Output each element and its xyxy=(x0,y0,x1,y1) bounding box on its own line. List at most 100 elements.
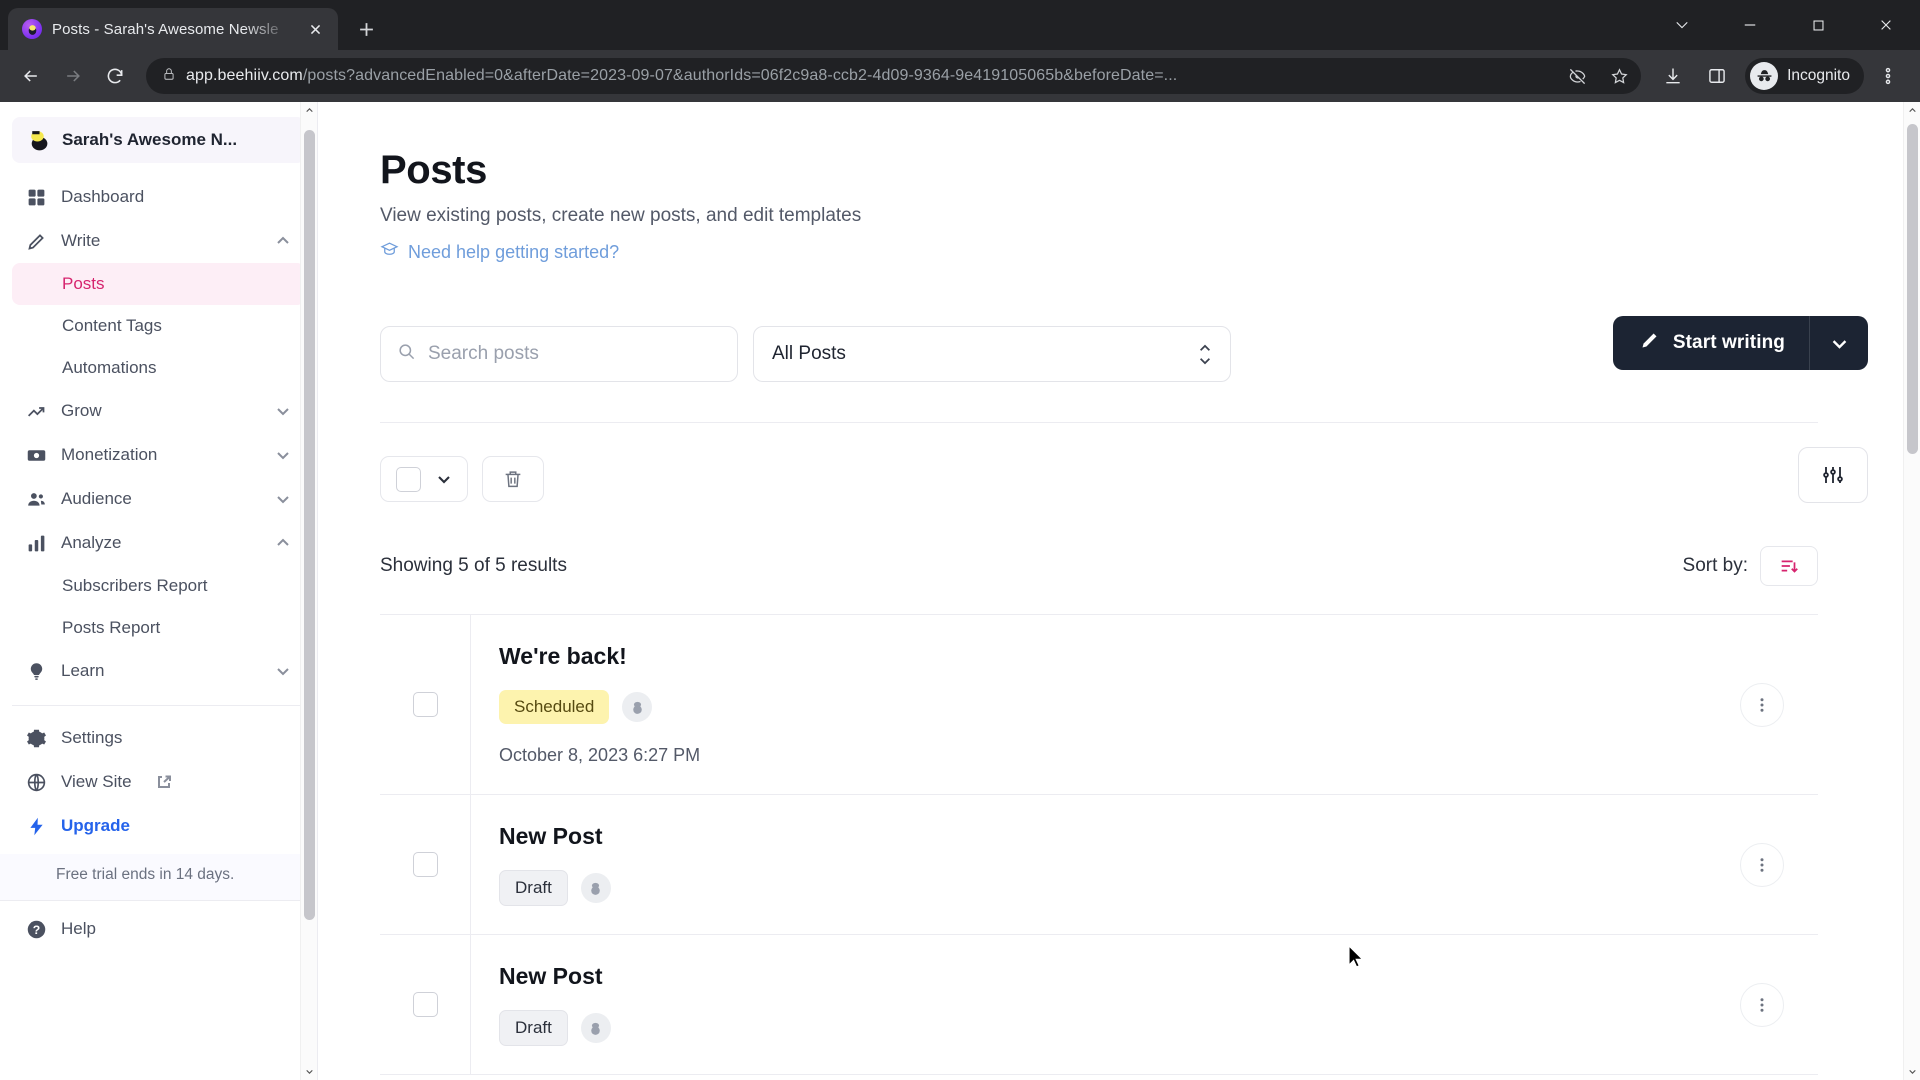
status-badge: Draft xyxy=(499,1010,568,1046)
email-icon xyxy=(580,873,611,903)
row-checkbox[interactable] xyxy=(412,852,438,877)
sidebar-item-subscribers-report[interactable]: Subscribers Report xyxy=(12,565,305,607)
lock-icon xyxy=(162,67,176,86)
scroll-up-arrow-icon[interactable] xyxy=(301,102,317,119)
trending-up-icon xyxy=(26,401,47,422)
sort-by-label: Sort by: xyxy=(1682,555,1748,576)
row-checkbox-cell xyxy=(380,795,470,934)
browser-tab[interactable]: Posts - Sarah's Awesome Newsle xyxy=(8,8,338,50)
three-dot-menu-icon[interactable] xyxy=(1868,56,1908,96)
sidebar-item-grow[interactable]: Grow xyxy=(12,389,305,433)
status-badge: Draft xyxy=(499,870,568,906)
window-close-icon[interactable] xyxy=(1852,0,1920,50)
scroll-down-arrow-icon[interactable] xyxy=(1904,1063,1920,1080)
sidebar-item-audience[interactable]: Audience xyxy=(12,477,305,521)
chevron-up-icon xyxy=(275,535,291,551)
sidebar-item-monetization[interactable]: Monetization xyxy=(12,433,305,477)
row-menu-icon[interactable] xyxy=(1740,982,1784,1027)
lightbulb-icon xyxy=(26,661,47,682)
page-scrollbar[interactable] xyxy=(1903,102,1920,1080)
sidebar-item-view-site[interactable]: View Site xyxy=(12,760,305,804)
lightning-icon xyxy=(26,816,47,837)
forward-arrow-icon[interactable] xyxy=(54,57,92,95)
need-help-link[interactable]: Need help getting started? xyxy=(380,240,1736,264)
side-panel-icon[interactable] xyxy=(1697,56,1737,96)
post-title[interactable]: New Post xyxy=(499,963,1818,990)
sidebar-label-subscribers-report: Subscribers Report xyxy=(62,576,208,595)
sidebar-scrollbar[interactable] xyxy=(300,102,317,1080)
start-writing-main[interactable]: Start writing xyxy=(1613,316,1809,370)
bulk-action-bar xyxy=(380,456,1736,502)
post-title[interactable]: New Post xyxy=(499,823,1818,850)
eye-off-icon[interactable] xyxy=(1561,60,1593,92)
sidebar-item-settings[interactable]: Settings xyxy=(12,716,305,760)
new-tab-button[interactable] xyxy=(348,11,384,47)
select-all-checkbox[interactable] xyxy=(396,466,422,492)
post-filter-value: All Posts xyxy=(772,343,846,364)
sidebar-scroll-thumb[interactable] xyxy=(304,130,315,920)
minimize-icon[interactable] xyxy=(1716,0,1784,50)
sort-direction-button[interactable] xyxy=(1760,546,1818,586)
sidebar-item-write[interactable]: Write xyxy=(12,219,305,263)
row-body: New Post Draft xyxy=(470,935,1818,1074)
start-writing-button[interactable]: Start writing xyxy=(1612,316,1868,370)
table-row[interactable]: We're back! Scheduled October 8, 2023 6:… xyxy=(380,615,1818,795)
sidebar-item-dashboard[interactable]: Dashboard xyxy=(12,175,305,219)
sidebar-item-analyze[interactable]: Analyze xyxy=(12,521,305,565)
sidebar-label-settings: Settings xyxy=(61,728,123,747)
reload-icon[interactable] xyxy=(96,57,134,95)
back-arrow-icon[interactable] xyxy=(12,57,50,95)
sidebar-item-posts-report[interactable]: Posts Report xyxy=(12,607,305,649)
sidebar-item-posts[interactable]: Posts xyxy=(12,263,305,305)
search-posts-box[interactable] xyxy=(380,326,738,382)
chevron-updown-icon xyxy=(1198,344,1212,365)
sidebar-item-content-tags[interactable]: Content Tags xyxy=(12,305,305,347)
page-scroll-thumb[interactable] xyxy=(1907,124,1918,454)
sidebar-label-automations: Automations xyxy=(62,358,157,377)
advanced-filter-button[interactable] xyxy=(1798,447,1868,503)
row-menu-icon[interactable] xyxy=(1740,682,1784,727)
address-bar[interactable]: app.beehiiv.com/posts?advancedEnabled=0&… xyxy=(146,58,1642,94)
bulk-select-dropdown[interactable] xyxy=(380,456,468,502)
chevron-down-icon xyxy=(275,491,291,507)
post-filter-select[interactable]: All Posts xyxy=(753,326,1231,382)
scroll-down-arrow-icon[interactable] xyxy=(301,1063,317,1080)
globe-icon xyxy=(26,772,47,793)
browser-window: Posts - Sarah's Awesome Newsle app.beehi… xyxy=(0,0,1920,1080)
sidebar-item-automations[interactable]: Automations xyxy=(12,347,305,389)
start-writing-label: Start writing xyxy=(1672,332,1785,353)
download-icon[interactable] xyxy=(1653,56,1693,96)
scroll-up-arrow-icon[interactable] xyxy=(1904,102,1920,119)
tab-close-icon[interactable] xyxy=(302,16,328,42)
post-title[interactable]: We're back! xyxy=(499,643,1818,670)
bulk-delete-button[interactable] xyxy=(482,456,544,502)
publication-switcher[interactable]: Sarah's Awesome N... xyxy=(12,117,305,163)
sidebar-item-upgrade[interactable]: Upgrade xyxy=(12,804,305,848)
table-row[interactable]: New Post Draft xyxy=(380,795,1818,935)
graduation-cap-icon xyxy=(380,240,399,264)
post-badges: Draft xyxy=(499,870,1818,906)
incognito-profile-button[interactable]: Incognito xyxy=(1745,58,1864,94)
start-writing-dropdown[interactable] xyxy=(1810,316,1868,370)
results-header: Showing 5 of 5 results Sort by: xyxy=(380,546,1818,586)
row-menu-icon[interactable] xyxy=(1740,842,1784,887)
maximize-icon[interactable] xyxy=(1784,0,1852,50)
table-row[interactable]: New Post Draft xyxy=(380,935,1818,1075)
sidebar-label-dashboard: Dashboard xyxy=(61,187,145,206)
sidebar-label-learn: Learn xyxy=(61,661,105,680)
sidebar-item-help[interactable]: ? Help xyxy=(12,907,305,951)
sidebar-label-help: Help xyxy=(61,919,96,939)
row-checkbox[interactable] xyxy=(412,692,438,717)
row-checkbox[interactable] xyxy=(412,992,438,1017)
star-icon[interactable] xyxy=(1603,60,1635,92)
search-input[interactable] xyxy=(428,343,721,365)
sidebar-divider xyxy=(12,705,305,706)
tab-search-icon[interactable] xyxy=(1648,0,1716,50)
sidebar-label-view-site: View Site xyxy=(61,772,132,791)
email-icon xyxy=(580,1013,611,1043)
sort-control: Sort by: xyxy=(1683,546,1818,586)
window-controls xyxy=(1648,0,1920,50)
page-viewport: Sarah's Awesome N... Dashboard Write Pos… xyxy=(0,102,1920,1080)
sidebar-item-learn[interactable]: Learn xyxy=(12,649,305,693)
sidebar-nav: Dashboard Write Posts Content Tags Autom… xyxy=(0,169,317,848)
